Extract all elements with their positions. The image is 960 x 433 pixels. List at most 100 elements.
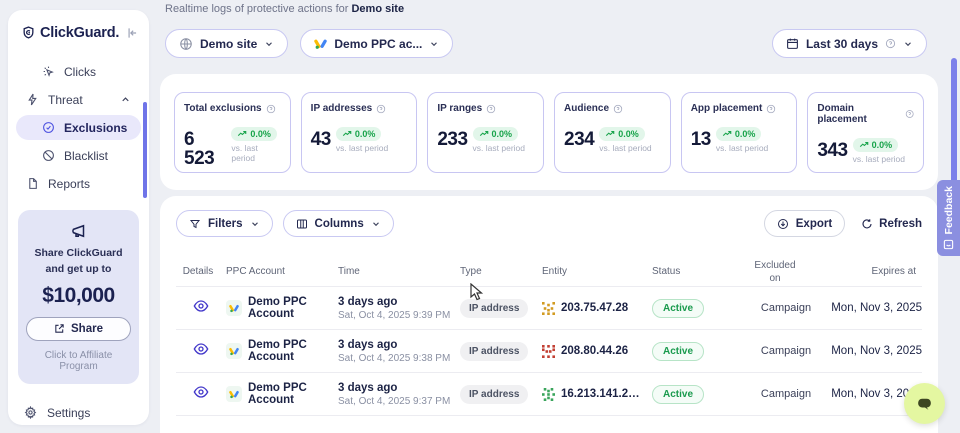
- type-badge: IP address: [460, 342, 528, 361]
- row-details-eye-icon[interactable]: [193, 384, 209, 400]
- sidebar-item-label: Exclusions: [64, 121, 127, 135]
- sidebar-item-blacklist[interactable]: Blacklist: [16, 143, 141, 168]
- trending-up-icon: [237, 129, 247, 139]
- sidebar-item-reports[interactable]: Reports: [16, 171, 141, 196]
- ppc-account-cell: Demo PPC Account: [226, 296, 338, 320]
- trend-badge: 0.0%: [336, 127, 382, 141]
- site-filter-value: Demo site: [200, 37, 257, 51]
- help-circle-icon[interactable]: [376, 104, 386, 114]
- promo-amount: $10,000: [26, 284, 131, 308]
- refresh-icon: [861, 218, 873, 230]
- stat-value: 13: [691, 130, 711, 149]
- sidebar-item-label: Blacklist: [64, 149, 108, 163]
- promo-text: Share ClickGuard and get up to: [26, 246, 131, 278]
- help-circle-icon[interactable]: [905, 109, 914, 119]
- settings-label: Settings: [47, 406, 90, 420]
- feedback-smiley-icon: [943, 239, 954, 250]
- stats-cards: Total exclusions 6 523 0.0% vs. last per…: [160, 74, 938, 191]
- entity-cell: 203.75.47.28: [542, 302, 652, 315]
- chevron-down-icon: [429, 39, 439, 49]
- chevron-down-icon: [264, 39, 274, 49]
- help-circle-icon[interactable]: [613, 104, 623, 114]
- filters-button[interactable]: Filters: [176, 210, 273, 237]
- sidebar-scrollbar[interactable]: [143, 102, 147, 198]
- stat-label: Total exclusions: [184, 103, 262, 114]
- sidebar-item-label: Reports: [48, 177, 90, 191]
- status-badge: Active: [652, 385, 704, 404]
- stat-card-domain-placement: Domain placement 343 0.0% vs. last perio…: [807, 92, 924, 173]
- date-range-dropdown[interactable]: Last 30 days: [772, 29, 927, 58]
- excluded-on-cell: Campaign: [748, 345, 824, 357]
- globe-icon: [179, 37, 193, 51]
- table-row: Demo PPC Account 3 days ago Sat, Oct 4, …: [176, 330, 922, 373]
- chevron-down-icon: [371, 219, 381, 229]
- document-icon: [26, 177, 39, 190]
- column-header-time: Time: [338, 266, 460, 277]
- filters-button-label: Filters: [208, 218, 243, 230]
- expires-at-cell: Mon, Nov 3, 2025: [824, 302, 922, 314]
- columns-button[interactable]: Columns: [283, 210, 394, 237]
- filter-funnel-icon: [189, 218, 201, 230]
- sidebar-item-clicks[interactable]: Clicks: [16, 59, 141, 84]
- trending-up-icon: [722, 129, 732, 139]
- sidebar-item-exclusions[interactable]: Exclusions: [16, 115, 141, 140]
- type-badge: IP address: [460, 299, 528, 318]
- column-header-entity: Entity: [542, 266, 652, 277]
- feedback-tab[interactable]: Feedback: [937, 180, 960, 256]
- time-cell: 3 days ago Sat, Oct 4, 2025 9:38 PM: [338, 339, 460, 364]
- ppc-account-filter-dropdown[interactable]: Demo PPC ac...: [300, 29, 453, 58]
- stat-card-ip-addresses: IP addresses 43 0.0% vs. last period: [301, 92, 418, 173]
- date-range-value: Last 30 days: [806, 37, 878, 51]
- row-details-eye-icon[interactable]: [193, 298, 209, 314]
- status-badge: Active: [652, 299, 704, 318]
- chevron-down-icon: [903, 39, 913, 49]
- promo-caption: Click to Affiliate Program: [26, 350, 131, 372]
- entity-cell: 208.80.44.26: [542, 345, 652, 358]
- stat-label: IP ranges: [437, 103, 482, 114]
- sidebar: ClickGuard. Clicks Threat Exclusions Bla…: [8, 10, 149, 425]
- type-badge: IP address: [460, 385, 528, 404]
- table-toolbar: Filters Columns Export Refresh: [160, 196, 938, 247]
- stat-value: 233: [437, 130, 467, 149]
- global-filters: Demo site Demo PPC ac...: [165, 29, 453, 58]
- affiliate-promo-card[interactable]: Share ClickGuard and get up to $10,000 S…: [18, 210, 139, 384]
- stat-caption: vs. last period: [599, 143, 651, 153]
- sidebar-item-settings[interactable]: Settings: [8, 406, 149, 420]
- stat-label: App placement: [691, 103, 763, 114]
- chat-launcher-button[interactable]: [904, 383, 945, 424]
- sidebar-nav: Clicks Threat Exclusions Blacklist Repor…: [8, 51, 149, 196]
- megaphone-icon: [70, 222, 88, 240]
- columns-icon: [296, 218, 308, 230]
- site-filter-dropdown[interactable]: Demo site: [165, 29, 288, 58]
- share-button[interactable]: Share: [26, 317, 131, 341]
- sidebar-item-label: Threat: [48, 93, 83, 107]
- clickguard-shield-logo-icon: [22, 24, 35, 41]
- row-details-eye-icon[interactable]: [193, 341, 209, 357]
- table-row: Demo PPC Account 3 days ago Sat, Oct 4, …: [176, 287, 922, 330]
- google-ads-icon: [226, 386, 242, 402]
- help-circle-icon[interactable]: [266, 104, 276, 114]
- stat-value: 343: [817, 141, 847, 160]
- column-header-type: Type: [460, 266, 542, 277]
- trend-badge: 0.0%: [716, 127, 762, 141]
- check-circle-icon: [42, 121, 55, 134]
- stat-value: 234: [564, 130, 594, 149]
- share-button-label: Share: [71, 323, 103, 335]
- help-circle-icon[interactable]: [486, 104, 496, 114]
- stat-card-total-exclusions: Total exclusions 6 523 0.0% vs. last per…: [174, 92, 291, 173]
- stat-card-app-placement: App placement 13 0.0% vs. last period: [681, 92, 798, 173]
- refresh-button[interactable]: Refresh: [861, 218, 922, 230]
- ip-identicon: [542, 388, 555, 401]
- column-header-details: Details: [176, 266, 226, 277]
- help-circle-icon[interactable]: [766, 104, 776, 114]
- export-download-icon: [777, 218, 789, 230]
- stat-label: Domain placement: [817, 103, 900, 125]
- external-link-icon: [54, 323, 65, 334]
- export-button[interactable]: Export: [764, 210, 845, 237]
- sidebar-item-threat[interactable]: Threat: [16, 87, 141, 112]
- calendar-icon: [786, 37, 799, 50]
- column-header-status: Status: [652, 266, 748, 277]
- page-scrollbar[interactable]: [951, 58, 957, 185]
- collapse-sidebar-icon[interactable]: [125, 26, 139, 40]
- entity-cell: 16.213.141.2…: [542, 388, 652, 401]
